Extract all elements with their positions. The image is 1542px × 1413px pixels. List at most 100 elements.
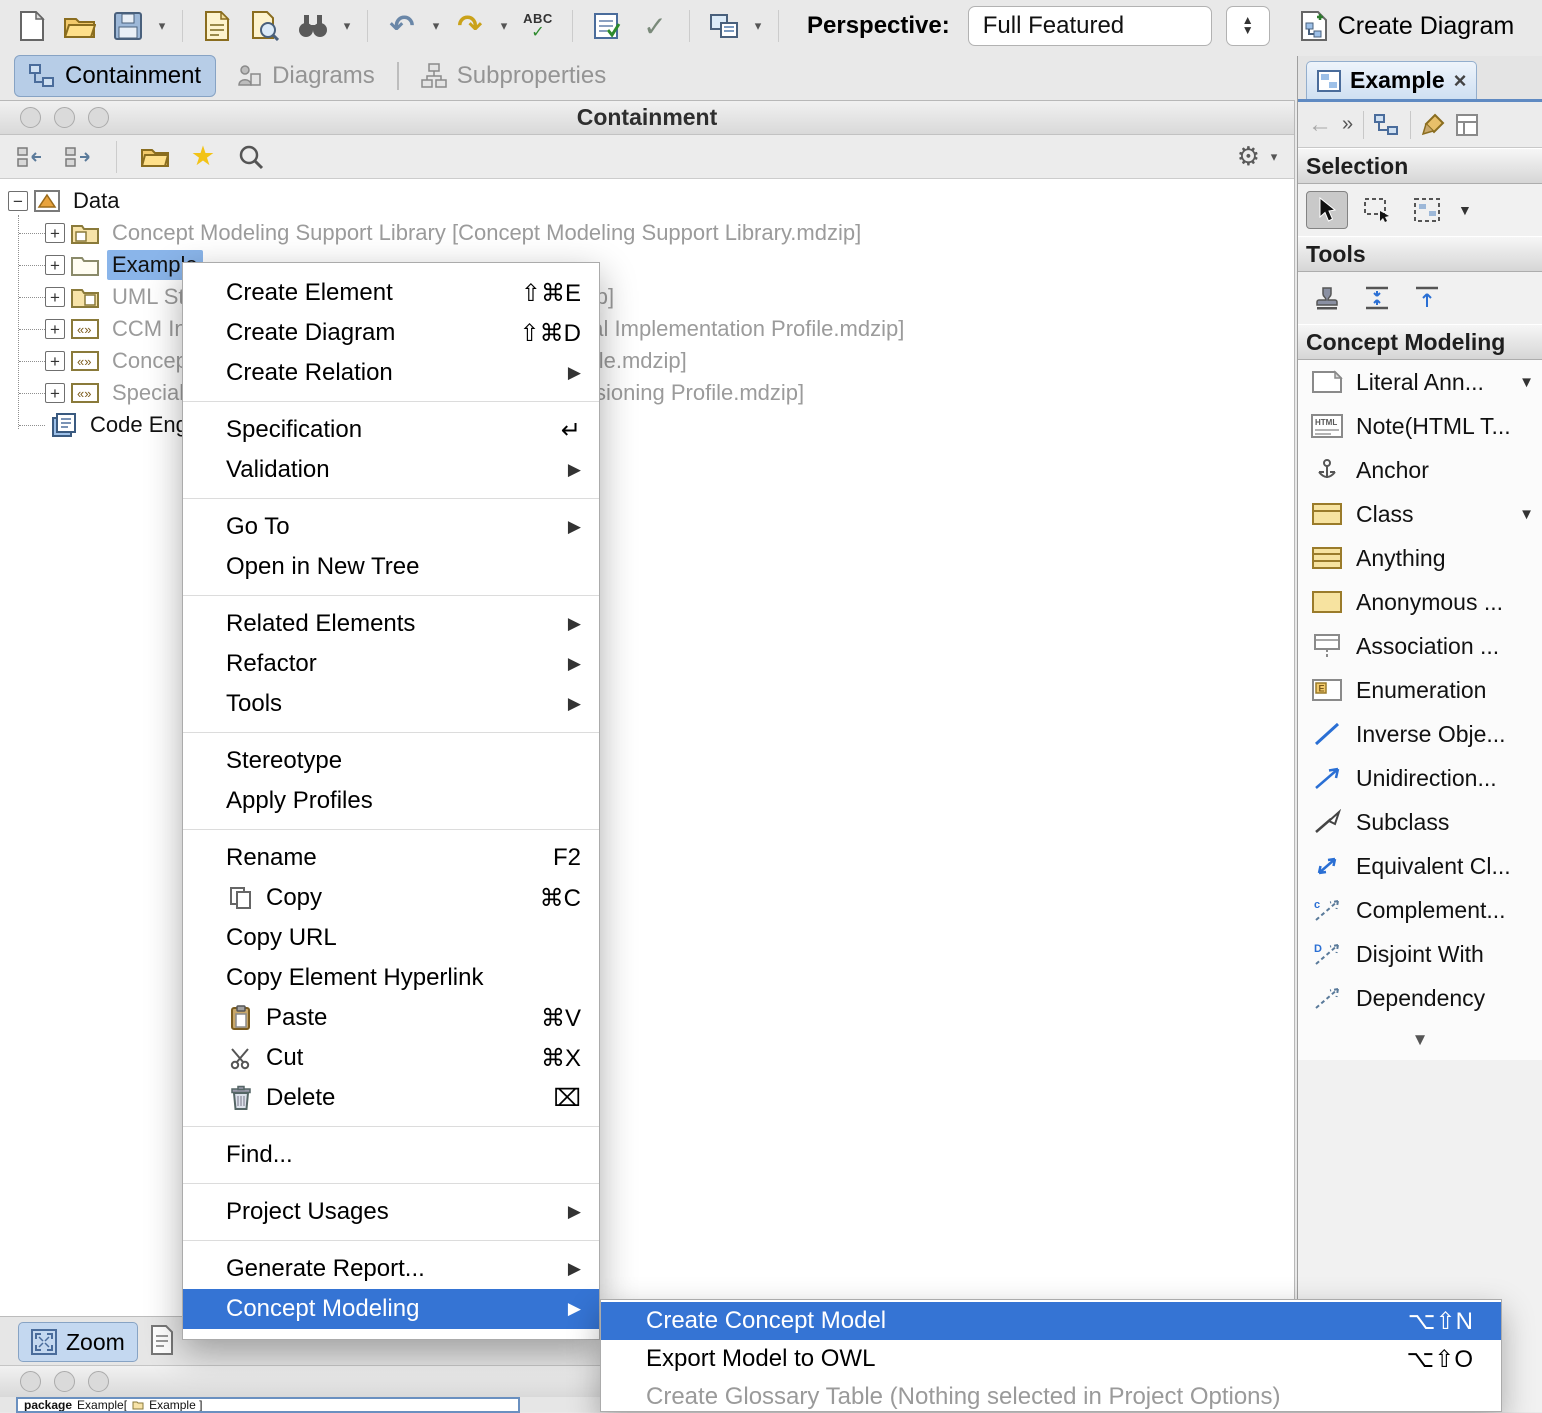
save-button[interactable] [106, 6, 150, 46]
menu-item-rename[interactable]: Rename F2 [183, 838, 599, 878]
validate-button[interactable]: ✓ [633, 6, 677, 46]
concept-modeling-section-header[interactable]: Concept Modeling [1298, 324, 1542, 360]
create-diagram-button[interactable]: Create Diagram [1300, 11, 1514, 41]
menu-item-find[interactable]: Find... [183, 1135, 599, 1175]
submenu-item-export-model-to-owl[interactable]: Export Model to OWL ⌥⇧O [601, 1340, 1501, 1378]
tools-section-header[interactable]: Tools [1298, 236, 1542, 272]
format-brush-icon[interactable] [1421, 113, 1445, 137]
back-arrow-icon[interactable]: ← [1308, 111, 1332, 139]
submenu-item-create-concept-model[interactable]: Create Concept Model ⌥⇧N [601, 1302, 1501, 1340]
expand-all-button[interactable] [60, 137, 96, 177]
favorites-button[interactable]: ★ [185, 137, 221, 177]
undo-button[interactable]: ↶ [380, 6, 424, 46]
stamp-tool-button[interactable] [1306, 279, 1348, 317]
menu-item-cut[interactable]: Cut ⌘X [183, 1038, 599, 1078]
menu-item-validation[interactable]: Validation ▶ [183, 450, 599, 490]
window-minimize-button[interactable] [54, 107, 75, 128]
menu-item-related-elements[interactable]: Related Elements ▶ [183, 604, 599, 644]
open-in-new-tab-button[interactable] [137, 137, 173, 177]
palette-item-dependency[interactable]: Dependency [1298, 976, 1542, 1020]
palette-item-caret[interactable]: ▼ [1519, 374, 1534, 391]
pointer-tool-button[interactable] [1306, 191, 1348, 229]
palette-item-enumeration[interactable]: E Enumeration [1298, 668, 1542, 712]
perspective-select[interactable]: Full Featured [968, 6, 1212, 46]
align-middle-tool-button[interactable] [1356, 279, 1398, 317]
redo-dropdown-caret[interactable]: ▾ [496, 18, 512, 34]
palette-item-anchor[interactable]: Anchor [1298, 448, 1542, 492]
tree-row-support-library[interactable]: + Concept Modeling Support Library [Conc… [0, 217, 1294, 249]
menu-item-delete[interactable]: Delete ⌧ [183, 1078, 599, 1118]
palette-item-equivalent-class[interactable]: Equivalent Cl... [1298, 844, 1542, 888]
menu-item-concept-modeling[interactable]: Concept Modeling ▶ [183, 1289, 599, 1329]
quick-search-button[interactable] [233, 137, 269, 177]
palette-item-disjoint-with[interactable]: D Disjoint With [1298, 932, 1542, 976]
menu-item-tools[interactable]: Tools ▶ [183, 684, 599, 724]
palette-item-subclass[interactable]: Subclass [1298, 800, 1542, 844]
spell-check-button[interactable]: ABC ✓ [516, 6, 560, 46]
settings-dropdown-caret[interactable]: ▾ [1266, 149, 1282, 165]
diagram-preview[interactable]: package Example[ Example ] [16, 1397, 520, 1413]
tree-row-data[interactable]: − Data [0, 185, 1294, 217]
tab-example-diagram[interactable]: Example × [1306, 61, 1477, 99]
align-top-tool-button[interactable] [1406, 279, 1448, 317]
expand-expander-icon[interactable]: + [45, 319, 65, 339]
menu-item-generate-report[interactable]: Generate Report... ▶ [183, 1249, 599, 1289]
menu-item-refactor[interactable]: Refactor ▶ [183, 644, 599, 684]
expand-expander-icon[interactable]: + [45, 383, 65, 403]
menu-item-paste[interactable]: Paste ⌘V [183, 998, 599, 1038]
palette-item-complement-of[interactable]: c Complement... [1298, 888, 1542, 932]
containment-view-icon[interactable] [1374, 113, 1400, 137]
palette-item-anything[interactable]: Anything [1298, 536, 1542, 580]
open-project-button[interactable] [58, 6, 102, 46]
settings-gear-icon[interactable]: ⚙ [1237, 141, 1260, 172]
expand-expander-icon[interactable]: + [45, 255, 65, 275]
documentation-panel-button[interactable] [150, 1325, 174, 1355]
print-button[interactable] [195, 6, 239, 46]
palette-item-association-class[interactable]: Association ... [1298, 624, 1542, 668]
menu-item-copy-element-hyperlink[interactable]: Copy Element Hyperlink [183, 958, 599, 998]
selection-dropdown-caret[interactable]: ▼ [1458, 202, 1472, 218]
copy-diagram-dropdown-caret[interactable]: ▾ [750, 18, 766, 34]
save-dropdown-caret[interactable]: ▾ [154, 18, 170, 34]
marquee-select-tool-button[interactable] [1356, 191, 1398, 229]
menu-item-stereotype[interactable]: Stereotype [183, 741, 599, 781]
perspective-stepper[interactable]: ▲ ▼ [1226, 6, 1270, 46]
menu-item-copy[interactable]: Copy ⌘C [183, 878, 599, 918]
undo-dropdown-caret[interactable]: ▾ [428, 18, 444, 34]
tab-diagrams[interactable]: Diagrams [222, 56, 389, 96]
layout-icon[interactable] [1455, 113, 1479, 137]
menu-item-create-relation[interactable]: Create Relation ▶ [183, 353, 599, 393]
menu-item-open-in-new-tree[interactable]: Open in New Tree [183, 547, 599, 587]
menu-item-project-usages[interactable]: Project Usages ▶ [183, 1192, 599, 1232]
zoom-panel-tab[interactable]: Zoom [18, 1322, 138, 1362]
palette-item-caret[interactable]: ▼ [1519, 506, 1534, 523]
expand-expander-icon[interactable]: + [45, 287, 65, 307]
window-zoom-button[interactable] [88, 1371, 109, 1392]
group-select-tool-button[interactable] [1406, 191, 1448, 229]
tab-subproperties[interactable]: Subproperties [407, 56, 620, 96]
palette-scroll-more-button[interactable]: ▼ [1298, 1020, 1542, 1060]
find-dropdown-caret[interactable]: ▾ [339, 18, 355, 34]
menu-item-go-to[interactable]: Go To ▶ [183, 507, 599, 547]
menu-item-create-element[interactable]: Create Element ⇧⌘E [183, 273, 599, 313]
find-button[interactable] [291, 6, 335, 46]
window-close-button[interactable] [20, 1371, 41, 1392]
tab-containment[interactable]: Containment [14, 55, 216, 97]
palette-item-unidirectional-association[interactable]: Unidirection... [1298, 756, 1542, 800]
expand-expander-icon[interactable]: + [45, 223, 65, 243]
validation-button[interactable] [585, 6, 629, 46]
palette-item-class[interactable]: Class ▼ [1298, 492, 1542, 536]
copy-diagram-button[interactable] [702, 6, 746, 46]
window-close-button[interactable] [20, 107, 41, 128]
collapse-all-button[interactable] [12, 137, 48, 177]
menu-item-copy-url[interactable]: Copy URL [183, 918, 599, 958]
collapse-expander-icon[interactable]: − [8, 191, 28, 211]
close-tab-icon[interactable]: × [1454, 68, 1467, 94]
palette-item-note-html[interactable]: HTML Note(HTML T... [1298, 404, 1542, 448]
window-minimize-button[interactable] [54, 1371, 75, 1392]
palette-item-inverse-object-property[interactable]: Inverse Obje... [1298, 712, 1542, 756]
redo-button[interactable]: ↷ [448, 6, 492, 46]
palette-item-anonymous-class[interactable]: Anonymous ... [1298, 580, 1542, 624]
expand-expander-icon[interactable]: + [45, 351, 65, 371]
selection-section-header[interactable]: Selection [1298, 148, 1542, 184]
